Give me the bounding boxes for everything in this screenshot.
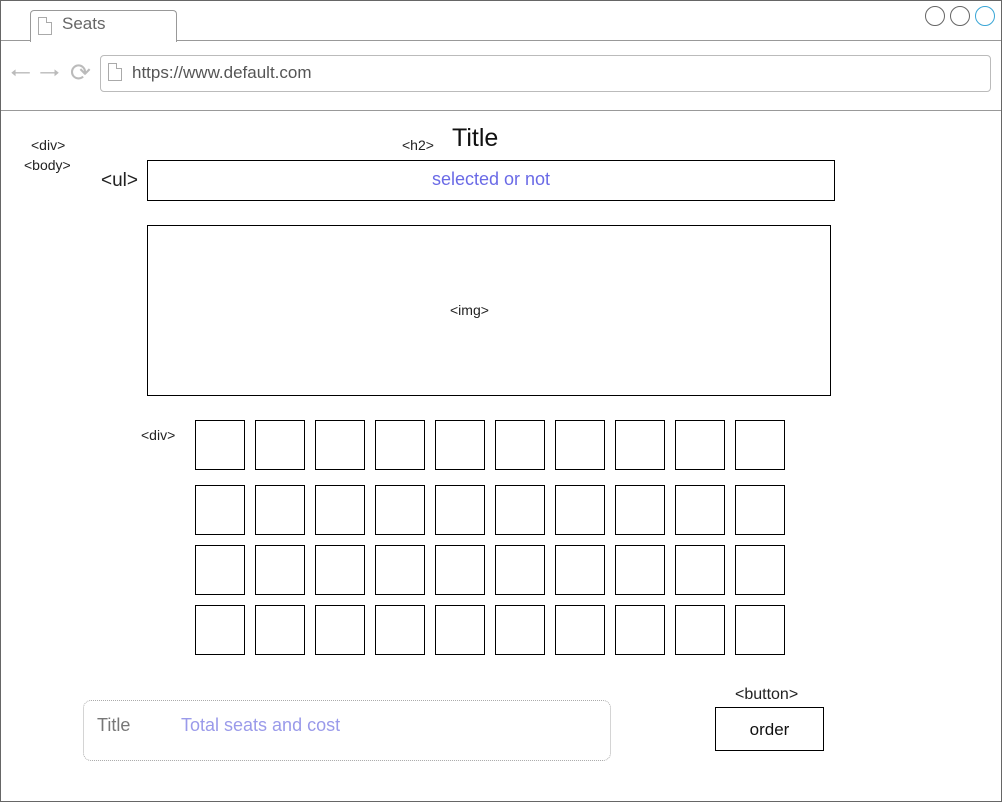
seat[interactable] bbox=[195, 605, 245, 655]
seat[interactable] bbox=[495, 545, 545, 595]
seat[interactable] bbox=[615, 545, 665, 595]
seat[interactable] bbox=[435, 605, 485, 655]
div-annotation: <div> bbox=[31, 137, 66, 153]
seat[interactable] bbox=[495, 485, 545, 535]
seat[interactable] bbox=[195, 485, 245, 535]
order-summary bbox=[83, 700, 611, 761]
seat[interactable] bbox=[555, 605, 605, 655]
seat[interactable] bbox=[615, 420, 665, 470]
seat[interactable] bbox=[255, 420, 305, 470]
forward-arrow-icon[interactable]: 🠂 bbox=[39, 60, 60, 86]
img-annotation: <img> bbox=[450, 302, 489, 318]
tab-title: Seats bbox=[62, 14, 106, 33]
ul-annotation: <ul> bbox=[101, 170, 138, 191]
order-button[interactable]: order bbox=[715, 707, 824, 751]
seat[interactable] bbox=[435, 545, 485, 595]
seat[interactable] bbox=[735, 545, 785, 595]
seat[interactable] bbox=[195, 420, 245, 470]
seat[interactable] bbox=[435, 485, 485, 535]
window-minimize-icon[interactable] bbox=[925, 6, 945, 26]
seat[interactable] bbox=[675, 420, 725, 470]
seat[interactable] bbox=[735, 605, 785, 655]
seat[interactable] bbox=[735, 420, 785, 470]
h2-annotation: <h2> bbox=[402, 137, 434, 153]
seat[interactable] bbox=[555, 420, 605, 470]
seat[interactable] bbox=[255, 485, 305, 535]
seat[interactable] bbox=[255, 605, 305, 655]
seat[interactable] bbox=[615, 485, 665, 535]
seat[interactable] bbox=[555, 485, 605, 535]
seat[interactable] bbox=[315, 605, 365, 655]
seat[interactable] bbox=[495, 605, 545, 655]
seat[interactable] bbox=[675, 605, 725, 655]
body-annotation: <body> bbox=[24, 157, 71, 173]
refresh-icon[interactable]: ⟳ bbox=[70, 60, 91, 86]
seat[interactable] bbox=[675, 545, 725, 595]
seat[interactable] bbox=[675, 485, 725, 535]
seat[interactable] bbox=[255, 545, 305, 595]
page-icon bbox=[38, 17, 52, 35]
seat[interactable] bbox=[615, 605, 665, 655]
seat[interactable] bbox=[495, 420, 545, 470]
seat[interactable] bbox=[315, 545, 365, 595]
summary-title: Title bbox=[97, 715, 131, 735]
address-bar-url[interactable]: https://www.default.com bbox=[132, 63, 312, 83]
seat[interactable] bbox=[435, 420, 485, 470]
seat[interactable] bbox=[195, 545, 245, 595]
seat[interactable] bbox=[375, 545, 425, 595]
seat[interactable] bbox=[375, 485, 425, 535]
button-annotation: <button> bbox=[735, 686, 799, 703]
window-maximize-icon[interactable] bbox=[950, 6, 970, 26]
seat[interactable] bbox=[315, 485, 365, 535]
seat[interactable] bbox=[375, 605, 425, 655]
window-close-icon[interactable] bbox=[975, 6, 995, 26]
summary-total-text: Total seats and cost bbox=[181, 715, 341, 735]
seat[interactable] bbox=[315, 420, 365, 470]
screen-image-placeholder bbox=[147, 225, 831, 396]
page-icon bbox=[108, 63, 122, 81]
browser-window bbox=[0, 0, 1002, 802]
back-arrow-icon[interactable]: 🠀 bbox=[10, 60, 31, 86]
div-seats-annotation: <div> bbox=[141, 427, 176, 443]
seat[interactable] bbox=[735, 485, 785, 535]
seat[interactable] bbox=[375, 420, 425, 470]
page-title: Title bbox=[452, 124, 499, 152]
seat[interactable] bbox=[555, 545, 605, 595]
selection-legend-text: selected or not bbox=[431, 169, 551, 189]
